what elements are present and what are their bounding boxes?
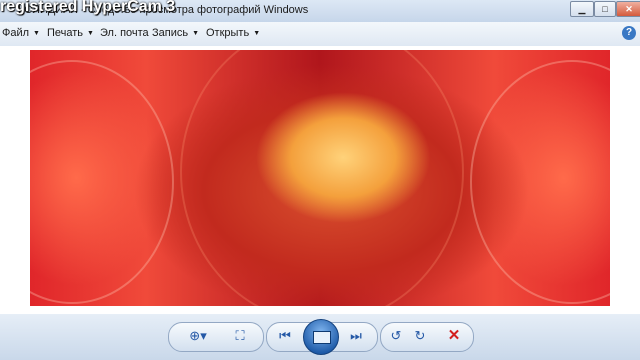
slideshow-icon: [313, 331, 331, 344]
menu-file-label: Файл: [2, 27, 30, 39]
minimize-button[interactable]: ▁: [570, 1, 594, 17]
rose-in-hands-image: [30, 50, 610, 306]
rotate-cw-icon: ↻: [414, 328, 426, 343]
rotate-right-button[interactable]: ↻: [408, 325, 432, 347]
menu-print[interactable]: Печать ▼: [47, 27, 94, 39]
chevron-down-icon: ▼: [87, 30, 94, 37]
menu-file[interactable]: Файл ▼: [2, 27, 40, 39]
previous-button[interactable]: ⏮: [273, 325, 297, 347]
fit-window-icon: ⛶: [235, 328, 245, 343]
magnifier-icon: ⊕: [189, 328, 201, 343]
menu-email-label: Эл. почта: [100, 27, 149, 39]
chevron-down-icon: ▾: [200, 328, 207, 343]
delete-button[interactable]: ✕: [442, 325, 466, 347]
rotate-ccw-icon: ↺: [390, 328, 402, 343]
menu-open[interactable]: Открыть ▼: [206, 27, 260, 39]
skip-forward-icon: ⏭: [350, 328, 362, 343]
minimize-icon: ▁: [578, 4, 586, 14]
menu-open-label: Открыть: [206, 27, 250, 39]
zoom-button[interactable]: ⊕▾: [186, 325, 210, 347]
close-button[interactable]: ✕: [616, 1, 640, 17]
image-viewer-area: [0, 46, 640, 314]
decorative-ring: [30, 60, 174, 304]
rotate-left-button[interactable]: ↺: [384, 325, 408, 347]
chevron-down-icon: ▼: [253, 30, 261, 37]
skip-back-icon: ⏮: [279, 328, 291, 343]
menu-print-label: Печать: [47, 27, 84, 39]
actual-size-button[interactable]: ⛶: [228, 325, 252, 347]
next-button[interactable]: ⏭: [344, 325, 368, 347]
decorative-ring: [180, 50, 464, 306]
menu-email[interactable]: Эл. почта: [100, 27, 149, 39]
title-bar: КОЛИДИАЛ - Средство просмотра фотографий…: [0, 0, 640, 22]
decorative-ring: [470, 60, 610, 304]
menu-burn[interactable]: Запись ▼: [152, 27, 199, 39]
close-icon: ✕: [625, 4, 633, 14]
chevron-down-icon: ▼: [192, 30, 200, 37]
maximize-icon: □: [602, 4, 608, 14]
chevron-down-icon: ▼: [33, 30, 40, 37]
menu-bar: Файл ▼ Печать ▼ Эл. почта Запись ▼ Открыть ▼…: [0, 22, 640, 47]
slideshow-button[interactable]: [303, 319, 339, 355]
delete-x-icon: ✕: [447, 327, 461, 344]
help-icon[interactable]: ?: [622, 26, 636, 40]
menu-burn-label: Запись: [152, 27, 189, 39]
recording-watermark: registered HyperCam 3: [0, 0, 176, 15]
maximize-button[interactable]: □: [594, 1, 616, 17]
